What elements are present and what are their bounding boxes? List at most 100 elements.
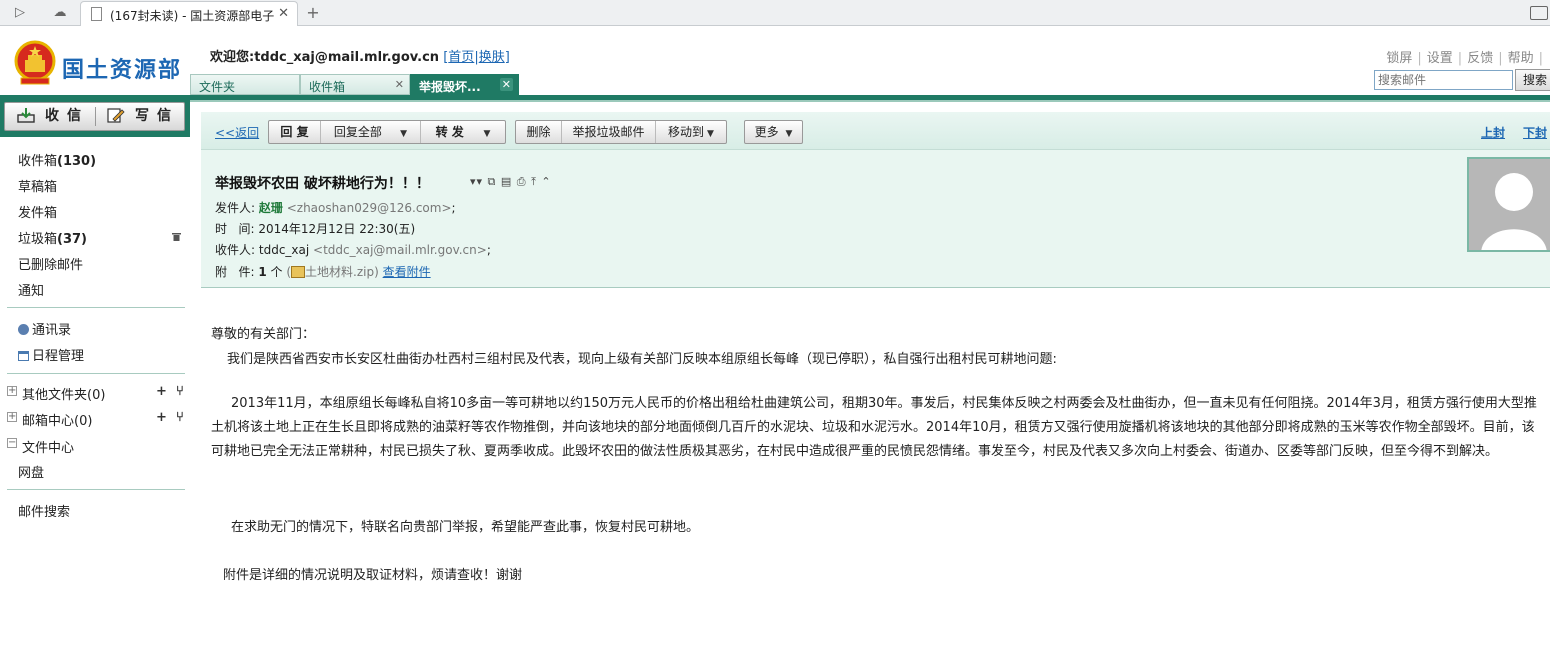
sidebar-item-deleted[interactable]: 已删除邮件 [18,254,83,273]
forward-button[interactable]: 转 发 ▼ [421,121,505,143]
zip-file-icon [291,266,306,278]
sidebar-item-mail-search[interactable]: 邮件搜索 [18,501,70,520]
sidebar-divider [7,489,185,490]
tab-folders-label: 文件夹 [199,80,236,94]
mail-action-group: 删除 举报垃圾邮件 移动到 ▼ [515,120,727,144]
sidebar-item-inbox[interactable]: 收件箱(130) [18,150,96,169]
mail-time: 2014年12月12日 22:30(五) [258,222,416,236]
more-button[interactable]: 更多 ▼ [745,121,802,143]
sidebar-item-outbox[interactable]: 发件箱 [18,202,57,221]
sidebar-toggle-icon[interactable]: ▷ [10,3,30,23]
delete-button[interactable]: 删除 [516,121,562,143]
chevron-down-icon: ▼ [483,129,491,139]
reply-all-button[interactable]: 回复全部 ▼ [321,121,421,143]
tab-current-mail-label: 举报毁坏... [419,80,481,94]
inbox-count: (130) [57,154,97,169]
from-label: 发件人: [215,201,256,215]
receive-mail-button[interactable]: 收信 [17,103,89,130]
new-tab-button[interactable]: + [303,3,323,23]
help-link[interactable]: 帮助 [1508,51,1534,66]
prev-mail-link[interactable]: 上封 [1481,124,1505,141]
browser-tab[interactable]: (167封未读) - 国土资源部电子 ✕ [80,1,298,26]
chevron-down-icon: ▼ [400,129,408,139]
manage-folder-icon[interactable]: ⑂ [176,384,184,399]
welcome-bar: 欢迎您:tddc_xaj@mail.mlr.gov.cn [首页|换肤] [210,46,510,65]
to-label: 收件人: [215,243,256,257]
compose-label: 写信 [135,108,179,124]
recipient-name: tddc_xaj [258,243,310,257]
body-closing: 附件是详细的情况说明及取证材料，烦请查收！谢谢 [223,568,523,583]
current-user: tddc_xaj@mail.mlr.gov.cn [254,50,440,65]
report-spam-button[interactable]: 举报垃圾邮件 [562,121,656,143]
next-mail-link[interactable]: 下封 [1523,124,1547,141]
close-icon[interactable]: ✕ [395,78,404,91]
sidebar-item-spam[interactable]: 垃圾箱(37) [18,228,87,247]
sidebar-divider [7,373,185,374]
attachment-filename[interactable]: 土地材料.zip) [305,265,379,279]
lock-screen-link[interactable]: 锁屏 [1386,51,1412,66]
add-mailbox-icon[interactable]: + [156,410,167,425]
expand-icon[interactable]: + [7,412,17,422]
expand-icon[interactable]: + [7,386,17,396]
attach-label: 附 件: [215,265,255,279]
tab-inbox-label: 收件箱 [309,80,346,94]
attachment-row: 附 件: 1 个 (土地材料.zip) 查看附件 [215,265,431,279]
reply-button[interactable]: 回 复 [269,121,321,143]
body-greeting: 尊敬的有关部门： [211,327,316,342]
time-row: 时 间: 2014年12月12日 22:30(五) [215,220,415,237]
to-row: 收件人: tddc_xaj <tddc_xaj@mail.mlr.gov.cn>… [215,243,491,257]
top-links: 锁屏 | 设置 | 反馈 | 帮助 | [1386,51,1543,66]
body-paragraph-1: 2013年11月，本组原组长每峰私自将10多亩一等可耕地以约150万元人民币的价… [211,396,1537,459]
sidebar-item-other-folders[interactable]: 其他文件夹(0) [22,384,105,403]
pencil-icon [107,108,125,123]
tab-folders[interactable]: 文件夹 [190,74,300,95]
search-button[interactable]: 搜索 [1515,69,1550,91]
tab-current-mail[interactable]: 举报毁坏... ✕ [410,74,519,95]
sidebar-item-contacts[interactable]: 通讯录 [18,319,71,338]
compose-bar: 收信 写信 [0,100,190,137]
mail-search-input[interactable] [1374,70,1513,90]
sender-avatar [1467,157,1550,252]
sidebar-divider [7,307,185,308]
feedback-link[interactable]: 反馈 [1467,51,1493,66]
manage-mailbox-icon[interactable]: ⑂ [176,410,184,425]
sidebar-item-mailbox-center[interactable]: 邮箱中心(0) [22,410,92,429]
trash-icon[interactable] [172,232,181,241]
receive-icon [17,108,35,123]
home-link[interactable]: 首页 [448,50,474,65]
sidebar-item-netdisk[interactable]: 网盘 [18,462,44,481]
bracket-close: ] [504,50,510,65]
compose-button[interactable]: 写信 [107,103,179,130]
settings-link[interactable]: 设置 [1427,51,1453,66]
tab-inbox[interactable]: 收件箱 ✕ [300,74,410,95]
header-divider-light [0,100,1550,102]
national-emblem-logo [14,40,56,85]
view-attachment-link[interactable]: 查看附件 [383,265,431,279]
mail-subject: 举报毁坏农田 破坏耕地行为！！！ [215,176,430,192]
add-folder-icon[interactable]: + [156,384,167,399]
move-to-button[interactable]: 移动到 ▼ [656,121,726,143]
back-link[interactable]: <<返回 [215,124,259,141]
sidebar-item-file-center[interactable]: 文件中心 [22,437,74,456]
sidebar-item-drafts[interactable]: 草稿箱 [18,176,57,195]
sidebar-item-notices[interactable]: 通知 [18,280,44,299]
receive-label: 收信 [45,108,89,124]
skin-link[interactable]: 换肤 [479,50,505,65]
sidebar-item-calendar[interactable]: 日程管理 [18,345,84,364]
close-tab-icon[interactable]: ✕ [278,6,289,21]
more-button-group: 更多 ▼ [744,120,803,144]
time-label: 时 间: [215,222,255,236]
spam-count: (37) [57,232,87,247]
logo-text: 国土资源部 [62,58,183,83]
default-avatar-icon [1481,173,1547,250]
cloud-icon[interactable]: ☁ [50,3,70,23]
contacts-icon [18,324,29,335]
collapse-icon[interactable]: − [7,438,17,448]
mail-action-icons[interactable]: ▾▾ ⧉ ▤ ⎙ ⤒ ⌃ [470,175,552,189]
compose-buttons: 收信 写信 [4,102,185,131]
welcome-prefix: 欢迎您: [210,50,255,65]
window-icon[interactable] [1530,6,1548,20]
close-icon[interactable]: ✕ [499,78,513,91]
sender-name[interactable]: 赵珊 [259,201,283,215]
body-intro: 我们是陕西省西安市长安区杜曲街办杜西村三组村民及代表，现向上级有关部门反映本组原… [227,352,1057,367]
